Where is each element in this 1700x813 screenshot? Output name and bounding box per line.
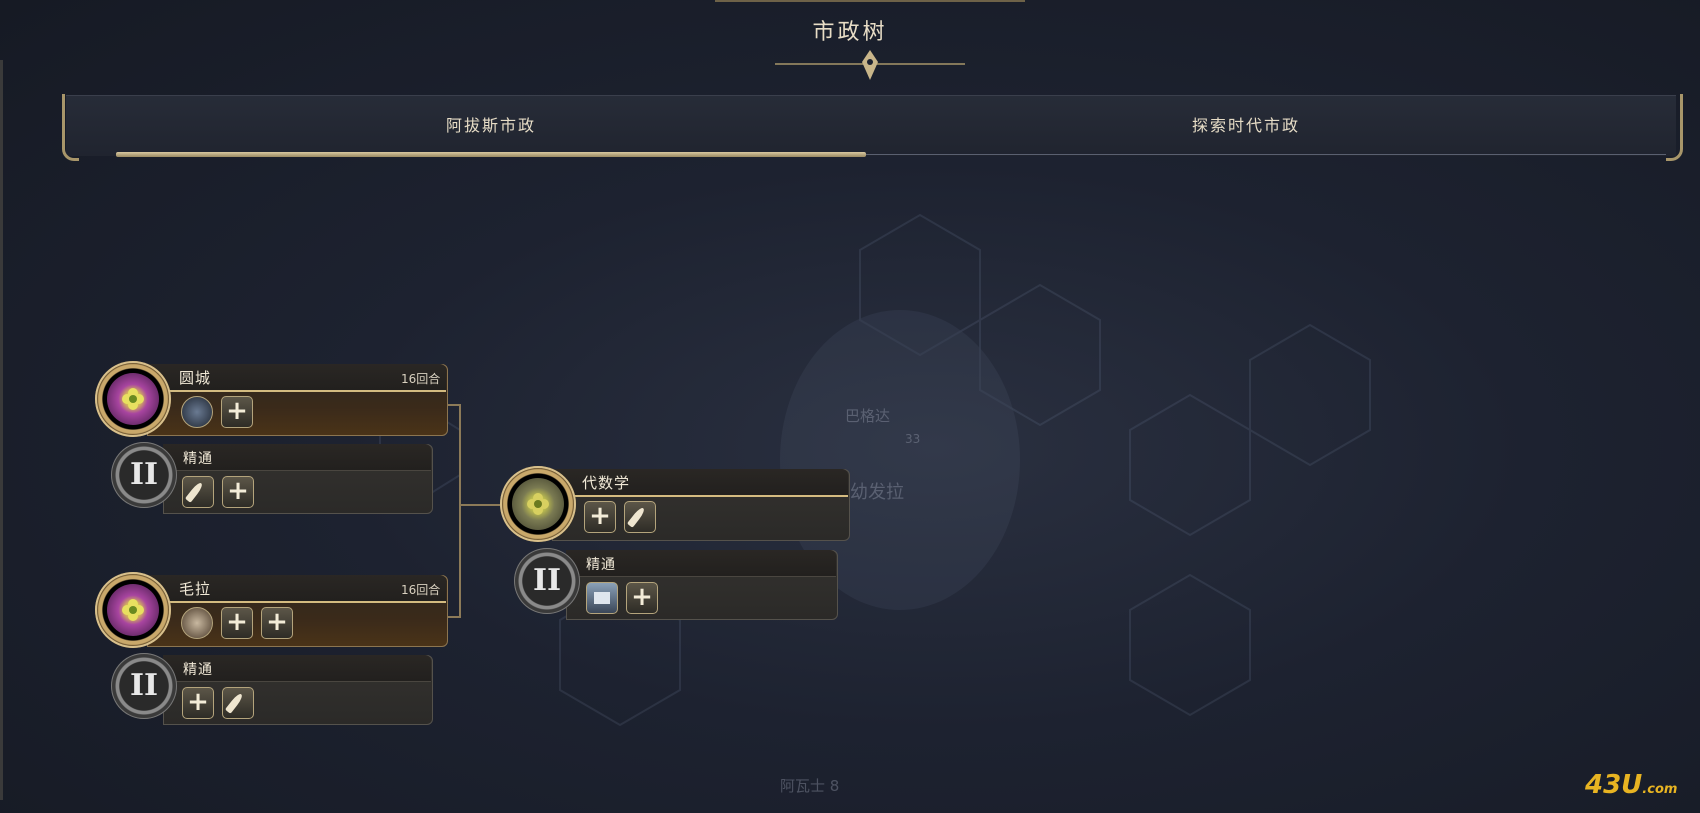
plus-icon[interactable]: +	[261, 607, 293, 639]
civic-flower-icon	[122, 599, 144, 621]
roman-numeral: II	[129, 668, 159, 703]
roman-numeral: II	[532, 563, 562, 598]
node-name: 毛拉	[179, 580, 212, 598]
mastery-emblem: II	[111, 442, 177, 508]
watermark-suffix: .com	[1642, 782, 1678, 797]
tab-exploration-age-civics[interactable]: 探索时代市政	[866, 96, 1626, 156]
node-name: 代数学	[582, 474, 631, 492]
feather-icon[interactable]	[624, 501, 656, 533]
title-frame-top	[715, 0, 1025, 2]
civic-emblem	[95, 572, 171, 648]
map-bottom-label: 阿瓦士 8	[780, 777, 840, 795]
civic-node-round-city[interactable]: 圆城 16回合 +	[95, 361, 455, 441]
plus-icon[interactable]: +	[221, 396, 253, 428]
node-name: 圆城	[179, 369, 212, 387]
active-tab-underline	[116, 152, 866, 157]
tab-divider-line	[866, 154, 1666, 155]
tab-bar-left-bracket	[62, 94, 79, 161]
node-turns: 16回合	[401, 583, 441, 597]
civic-flower-icon	[122, 388, 144, 410]
building-icon[interactable]	[586, 582, 618, 614]
title-ornament	[775, 50, 965, 80]
civic-flower-icon	[527, 493, 549, 515]
civic-node-algebra[interactable]: 代数学 +	[500, 466, 860, 546]
site-watermark: 43U.com	[1585, 770, 1677, 800]
title-area: 市政树	[0, 0, 1700, 90]
civic-emblem	[95, 361, 171, 437]
tab-bar-right-bracket	[1666, 94, 1683, 161]
civic-node-mastery-algebra[interactable]: II 精通 +	[514, 548, 844, 622]
civic-node-mastery-round-city[interactable]: II 精通 +	[111, 442, 441, 516]
node-name: 精通	[183, 451, 213, 467]
node-turns: 16回合	[401, 372, 441, 386]
tab-abbasid-civics[interactable]: 阿拔斯市政	[116, 96, 866, 156]
mastery-emblem: II	[514, 548, 580, 614]
civic-node-mawla[interactable]: 毛拉 16回合 + +	[95, 572, 455, 652]
plus-icon[interactable]: +	[182, 687, 214, 719]
left-frame-edge	[0, 60, 3, 800]
civic-emblem	[500, 466, 576, 542]
tab-bar: 阿拔斯市政 探索时代市政	[66, 95, 1676, 156]
civic-node-mastery-mawla[interactable]: II 精通 +	[111, 653, 441, 727]
mastery-emblem: II	[111, 653, 177, 719]
feather-icon[interactable]	[182, 476, 214, 508]
watermark-text: 43U	[1585, 770, 1643, 800]
map-city-label: 巴格达	[845, 407, 891, 425]
plus-icon[interactable]: +	[584, 501, 616, 533]
globe-building-icon[interactable]	[181, 396, 213, 428]
node-name: 精通	[586, 557, 616, 573]
roman-numeral: II	[129, 457, 159, 492]
plus-icon[interactable]: +	[222, 476, 254, 508]
feather-icon[interactable]	[222, 687, 254, 719]
plus-icon[interactable]: +	[221, 607, 253, 639]
node-name: 精通	[183, 662, 213, 678]
gate-building-icon[interactable]	[181, 607, 213, 639]
page-title: 市政树	[812, 20, 888, 45]
map-city-value: 33	[905, 432, 921, 446]
plus-icon[interactable]: +	[626, 582, 658, 614]
